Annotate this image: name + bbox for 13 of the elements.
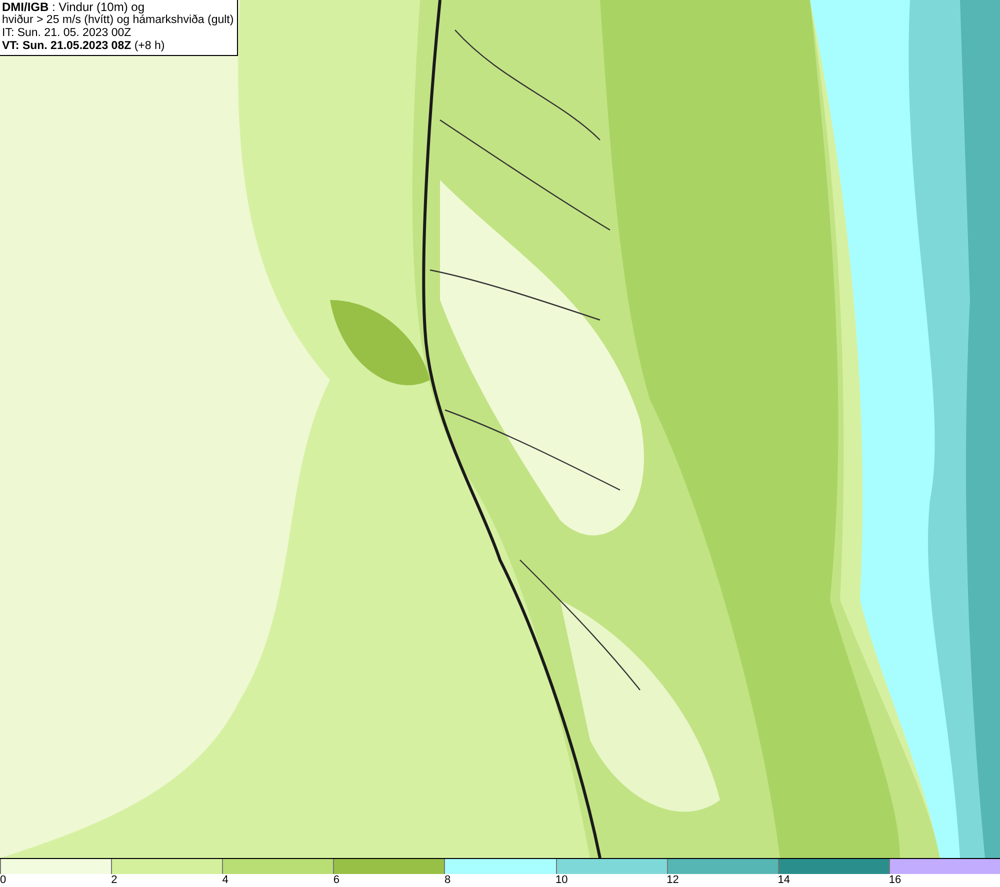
header-text: hviður > 25 m/s (hvítt) og hámarkshviða (gult) xyxy=(2,14,234,27)
legend-label: 12 xyxy=(666,874,679,887)
header-text: VT: Sun. 21.05.2023 08Z (+8 h) xyxy=(2,40,166,53)
legend-label: 16 xyxy=(888,874,902,887)
header-text: DMI/IGB : Vindur (10m) og xyxy=(2,1,146,14)
legend-label: 2 xyxy=(111,874,118,887)
legend-label: 0 xyxy=(0,874,6,887)
header-text: IT: Sun. 21. 05. 2023 00Z xyxy=(2,27,132,40)
legend-label: 8 xyxy=(444,874,451,887)
legend-label: 4 xyxy=(222,874,228,887)
legend-label: 10 xyxy=(556,874,568,887)
legend-label: 14 xyxy=(778,874,790,887)
legend-label: 6 xyxy=(333,874,340,887)
